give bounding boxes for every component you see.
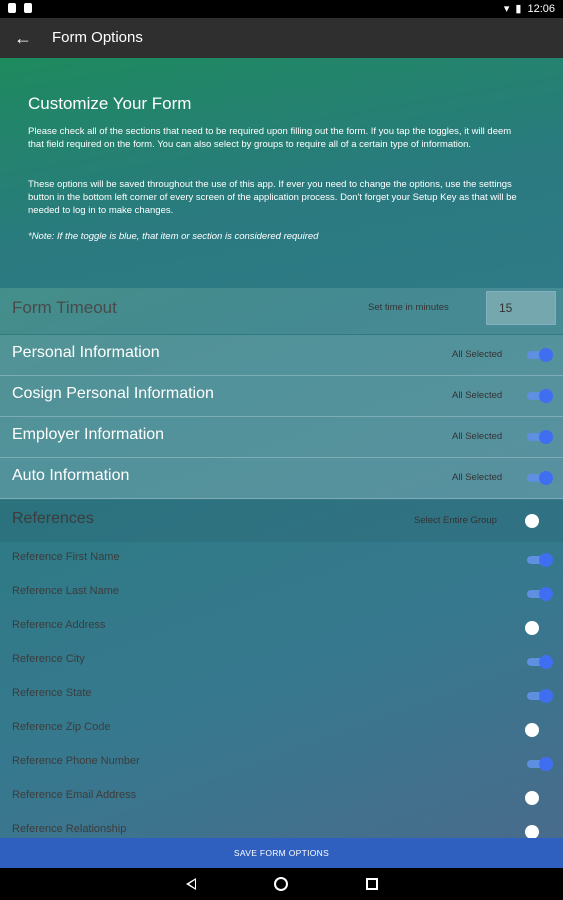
nav-home-icon[interactable] [274, 877, 288, 891]
app-bar: ← Form Options [0, 18, 563, 58]
page-title: Form Options [52, 29, 143, 46]
section-toggle[interactable] [525, 389, 553, 403]
item-label: Reference State [12, 687, 92, 699]
section-label: Personal Information [12, 344, 160, 361]
section-auto-information: Auto Information All Selected [0, 458, 563, 499]
item-label: Reference First Name [12, 551, 120, 563]
item-toggle[interactable] [525, 757, 553, 771]
reference-state-row: Reference State [0, 678, 563, 712]
references-group-toggle[interactable] [525, 514, 553, 528]
item-toggle[interactable] [525, 723, 553, 737]
select-entire-group-label: Select Entire Group [414, 515, 497, 526]
reference-email-address-row: Reference Email Address [0, 780, 563, 814]
reference-city-row: Reference City [0, 644, 563, 678]
status-bar: ▾ ▮ 12:06 [0, 0, 563, 18]
section-toggle[interactable] [525, 430, 553, 444]
system-nav-bar [0, 868, 563, 900]
form-options-content: Customize Your Form Please check all of … [0, 58, 563, 868]
section-status: All Selected [452, 390, 503, 401]
form-timeout-hint: Set time in minutes [368, 302, 449, 313]
item-toggle[interactable] [525, 791, 553, 805]
item-label: Reference Email Address [12, 789, 137, 801]
status-time: 12:06 [527, 2, 555, 15]
section-label: Auto Information [12, 467, 130, 484]
save-form-options-button[interactable]: SAVE FORM OPTIONS [0, 838, 563, 868]
item-toggle[interactable] [525, 553, 553, 567]
section-cosign-personal-information: Cosign Personal Information All Selected [0, 376, 563, 417]
intro-paragraph-1: Please check all of the sections that ne… [28, 126, 512, 150]
app-icon [24, 3, 32, 13]
item-label: Reference City [12, 653, 85, 665]
section-label: Cosign Personal Information [12, 385, 214, 402]
battery-icon: ▮ [515, 3, 522, 15]
notification-icons [8, 3, 32, 13]
section-employer-information: Employer Information All Selected [0, 417, 563, 458]
reference-last-name-row: Reference Last Name [0, 576, 563, 610]
item-toggle[interactable] [525, 587, 553, 601]
nav-recents-icon[interactable] [366, 878, 378, 890]
reference-address-row: Reference Address [0, 610, 563, 644]
notification-icon [8, 3, 16, 13]
reference-first-name-row: Reference First Name [0, 542, 563, 576]
intro-panel: Customize Your Form Please check all of … [0, 58, 563, 288]
reference-zip-code-row: Reference Zip Code [0, 712, 563, 746]
reference-phone-number-row: Reference Phone Number [0, 746, 563, 780]
section-status: All Selected [452, 472, 503, 483]
item-label: Reference Phone Number [12, 755, 140, 767]
section-status: All Selected [452, 431, 503, 442]
nav-back-icon[interactable] [186, 878, 196, 890]
intro-heading: Customize Your Form [28, 94, 192, 113]
item-toggle[interactable] [525, 621, 553, 635]
item-label: Reference Relationship [12, 823, 127, 835]
references-label: References [12, 510, 94, 527]
item-toggle[interactable] [525, 655, 553, 669]
item-toggle[interactable] [525, 689, 553, 703]
intro-paragraph-2: These options will be saved throughout t… [28, 179, 517, 216]
form-timeout-label: Form Timeout [12, 298, 117, 317]
form-timeout-input[interactable] [486, 291, 556, 325]
references-header: References Select Entire Group [0, 500, 563, 542]
back-arrow-icon[interactable]: ← [14, 26, 32, 50]
section-personal-information: Personal Information All Selected [0, 335, 563, 376]
form-timeout-row: Form Timeout Set time in minutes [0, 288, 563, 334]
section-toggle[interactable] [525, 471, 553, 485]
section-label: Employer Information [12, 426, 165, 443]
wifi-icon: ▾ [503, 3, 510, 15]
intro-note: *Note: If the toggle is blue, that item … [28, 231, 319, 242]
item-label: Reference Last Name [12, 585, 119, 597]
item-label: Reference Address [12, 619, 106, 631]
section-toggle[interactable] [525, 348, 553, 362]
item-toggle[interactable] [525, 825, 553, 839]
item-label: Reference Zip Code [12, 721, 111, 733]
section-status: All Selected [452, 349, 503, 360]
